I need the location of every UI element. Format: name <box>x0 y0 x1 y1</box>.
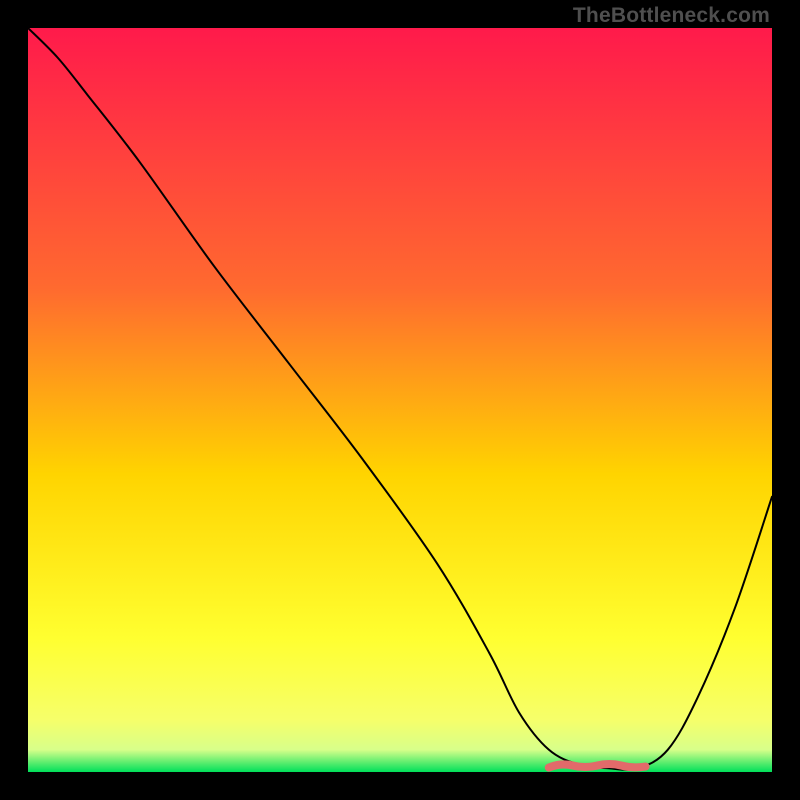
watermark-text: TheBottleneck.com <box>573 4 770 28</box>
valley-highlight <box>549 764 646 768</box>
chart-frame <box>28 28 772 772</box>
gradient-background <box>28 28 772 772</box>
bottleneck-chart <box>28 28 772 772</box>
